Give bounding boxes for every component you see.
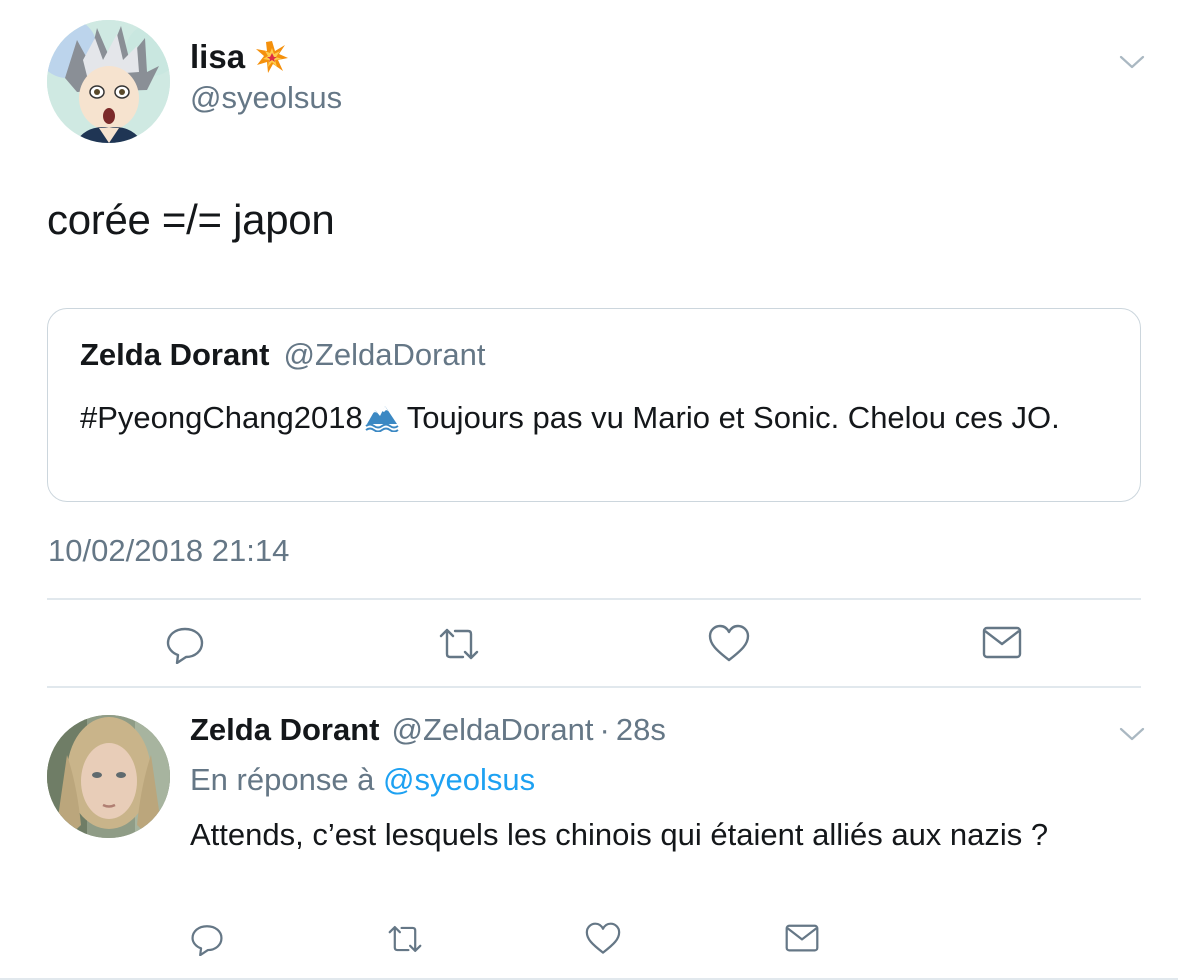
collision-icon: [255, 40, 289, 74]
quoted-author-handle: @ZeldaDorant: [283, 337, 486, 372]
tweet-timestamp[interactable]: 10/02/2018 21:14: [48, 533, 289, 569]
message-icon[interactable]: [785, 924, 819, 953]
main-tweet-text: corée =/= japon: [47, 196, 335, 243]
message-icon[interactable]: [982, 626, 1022, 660]
reply-time[interactable]: 28s: [616, 712, 666, 748]
main-author-handle[interactable]: @syeolsus: [190, 80, 342, 116]
reply-to-link[interactable]: @syeolsus: [383, 762, 535, 797]
reply-author-handle[interactable]: @ZeldaDorant: [391, 712, 593, 748]
quoted-tweet-text: #PyeongChang2018 Toujours pas vu Mario e…: [80, 393, 1110, 442]
reply-icon[interactable]: [190, 922, 224, 956]
reply-prefix: En réponse à: [190, 762, 375, 797]
divider: [0, 978, 1178, 980]
reply-header: Zelda Dorant @ZeldaDorant · 28s: [190, 712, 666, 748]
like-icon[interactable]: [585, 922, 621, 956]
reply-tweet-text: Attends, c’est lesquels les chinois qui …: [190, 817, 1049, 852]
quoted-author-name: Zelda Dorant: [80, 337, 270, 372]
quoted-hashtag: #PyeongChang2018: [80, 400, 363, 435]
zelda-avatar[interactable]: [47, 715, 170, 838]
reply-author-name[interactable]: Zelda Dorant: [190, 712, 379, 748]
retweet-icon[interactable]: [386, 922, 424, 956]
quoted-body: Toujours pas vu Mario et Sonic. Chelou c…: [406, 400, 1060, 435]
divider: [47, 598, 1141, 600]
divider: [47, 686, 1141, 688]
retweet-icon[interactable]: [437, 624, 481, 664]
main-author-name[interactable]: lisa: [190, 38, 245, 76]
lisa-avatar[interactable]: [47, 20, 170, 143]
separator-dot: ·: [599, 712, 610, 747]
quoted-tweet-header: Zelda Dorant @ZeldaDorant: [80, 337, 486, 373]
snow-mountain-water-icon: [365, 397, 399, 433]
like-icon[interactable]: [708, 624, 750, 664]
main-author-row: lisa: [190, 38, 289, 76]
quoted-tweet-card[interactable]: Zelda Dorant @ZeldaDorant #PyeongChang20…: [47, 308, 1141, 502]
chevron-down-icon[interactable]: [1119, 726, 1145, 742]
reply-context: En réponse à @syeolsus: [190, 762, 535, 798]
chevron-down-icon[interactable]: [1119, 54, 1145, 70]
reply-icon[interactable]: [165, 624, 205, 664]
